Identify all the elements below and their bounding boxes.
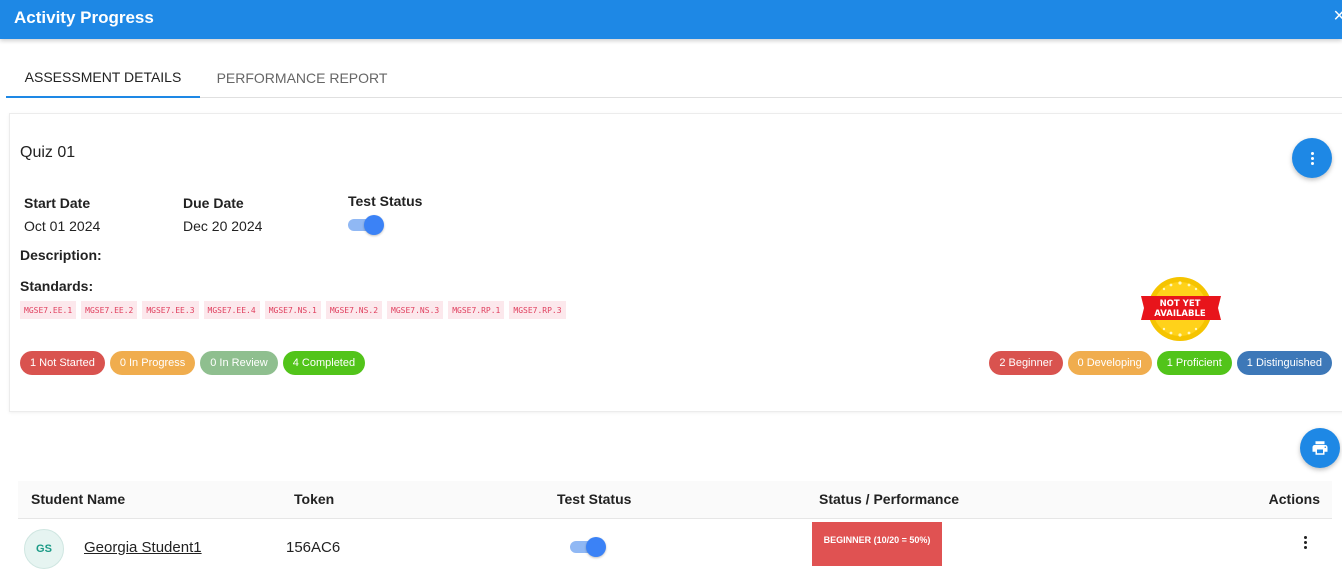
- column-actions: Actions: [1268, 491, 1320, 507]
- standard-tag: MGSE7.EE.3: [142, 301, 199, 319]
- printer-icon: [1312, 441, 1328, 455]
- badge-text-line2: AVAILABLE: [1154, 309, 1206, 319]
- window-title: Activity Progress: [14, 8, 154, 27]
- standard-tag: MGSE7.RP.3: [509, 301, 566, 319]
- in-review-count[interactable]: 0 In Review: [200, 351, 278, 375]
- standard-tag: MGSE7.EE.2: [81, 301, 138, 319]
- more-vertical-icon: [1304, 536, 1307, 549]
- print-button[interactable]: [1300, 428, 1340, 468]
- standard-tag: MGSE7.RP.1: [448, 301, 505, 319]
- column-status-performance[interactable]: Status / Performance: [819, 491, 959, 507]
- standard-tag: MGSE7.EE.4: [203, 301, 260, 319]
- standards-label: Standards:: [20, 278, 94, 294]
- table-row: GS Georgia Student1 156AC6 BEGINNER (10/…: [18, 519, 1332, 581]
- student-test-status-toggle[interactable]: [570, 537, 606, 557]
- student-name-link[interactable]: Georgia Student1: [84, 539, 202, 556]
- proficient-count[interactable]: 1 Proficient: [1156, 351, 1232, 375]
- not-yet-available-badge: NOT YET AVAILABLE: [1141, 277, 1221, 341]
- completed-count[interactable]: 4 Completed: [282, 351, 366, 375]
- standard-tag: MGSE7.NS.1: [264, 301, 321, 319]
- in-progress-count[interactable]: 0 In Progress: [109, 351, 196, 375]
- column-student-name[interactable]: Student Name: [31, 491, 125, 507]
- test-status-toggle[interactable]: [348, 215, 384, 235]
- not-started-count[interactable]: 1 Not Started: [20, 351, 105, 375]
- student-table-header: Student Name Token Test Status Status / …: [18, 481, 1332, 519]
- column-test-status[interactable]: Test Status: [557, 491, 631, 507]
- developing-count[interactable]: 0 Developing: [1067, 351, 1152, 375]
- due-date-label: Due Date: [183, 195, 244, 211]
- due-date-value: Dec 20 2024: [183, 218, 263, 234]
- toggle-knob: [364, 215, 384, 235]
- toggle-knob: [586, 537, 606, 557]
- tab-performance-report[interactable]: PERFORMANCE REPORT: [200, 58, 404, 97]
- beginner-count[interactable]: 2 Beginner: [989, 351, 1063, 375]
- close-icon[interactable]: ×: [1333, 6, 1342, 26]
- start-date-value: Oct 01 2024: [24, 218, 101, 234]
- standard-tag: MGSE7.NS.2: [325, 301, 383, 319]
- performance-count-list: 2 Beginner 0 Developing 1 Proficient 1 D…: [989, 351, 1332, 375]
- row-actions-button[interactable]: [1304, 536, 1307, 549]
- status-count-list: 1 Not Started 0 In Progress 0 In Review …: [20, 351, 366, 375]
- test-status-label: Test Status: [348, 193, 423, 209]
- distinguished-count[interactable]: 1 Distinguished: [1236, 351, 1332, 375]
- performance-badge: BEGINNER (10/20 = 50%): [812, 522, 942, 566]
- column-token[interactable]: Token: [294, 491, 334, 507]
- more-options-button[interactable]: [1292, 138, 1332, 178]
- avatar: GS: [24, 529, 64, 569]
- more-vertical-icon: [1310, 151, 1314, 165]
- standard-tag: MGSE7.NS.3: [387, 301, 444, 319]
- tab-bar: ASSESSMENT DETAILS PERFORMANCE REPORT: [6, 58, 1342, 98]
- quiz-title: Quiz 01: [20, 144, 76, 161]
- student-token: 156AC6: [286, 539, 341, 556]
- standards-list: MGSE7.EE.1 MGSE7.EE.2 MGSE7.EE.3 MGSE7.E…: [20, 301, 566, 319]
- standard-tag: MGSE7.EE.1: [20, 301, 77, 319]
- window-titlebar: Activity Progress ×: [0, 0, 1342, 39]
- badge-text-line1: NOT YET: [1160, 299, 1201, 309]
- description-label: Description:: [20, 247, 102, 263]
- start-date-label: Start Date: [24, 195, 91, 211]
- tab-assessment-details[interactable]: ASSESSMENT DETAILS: [6, 58, 200, 98]
